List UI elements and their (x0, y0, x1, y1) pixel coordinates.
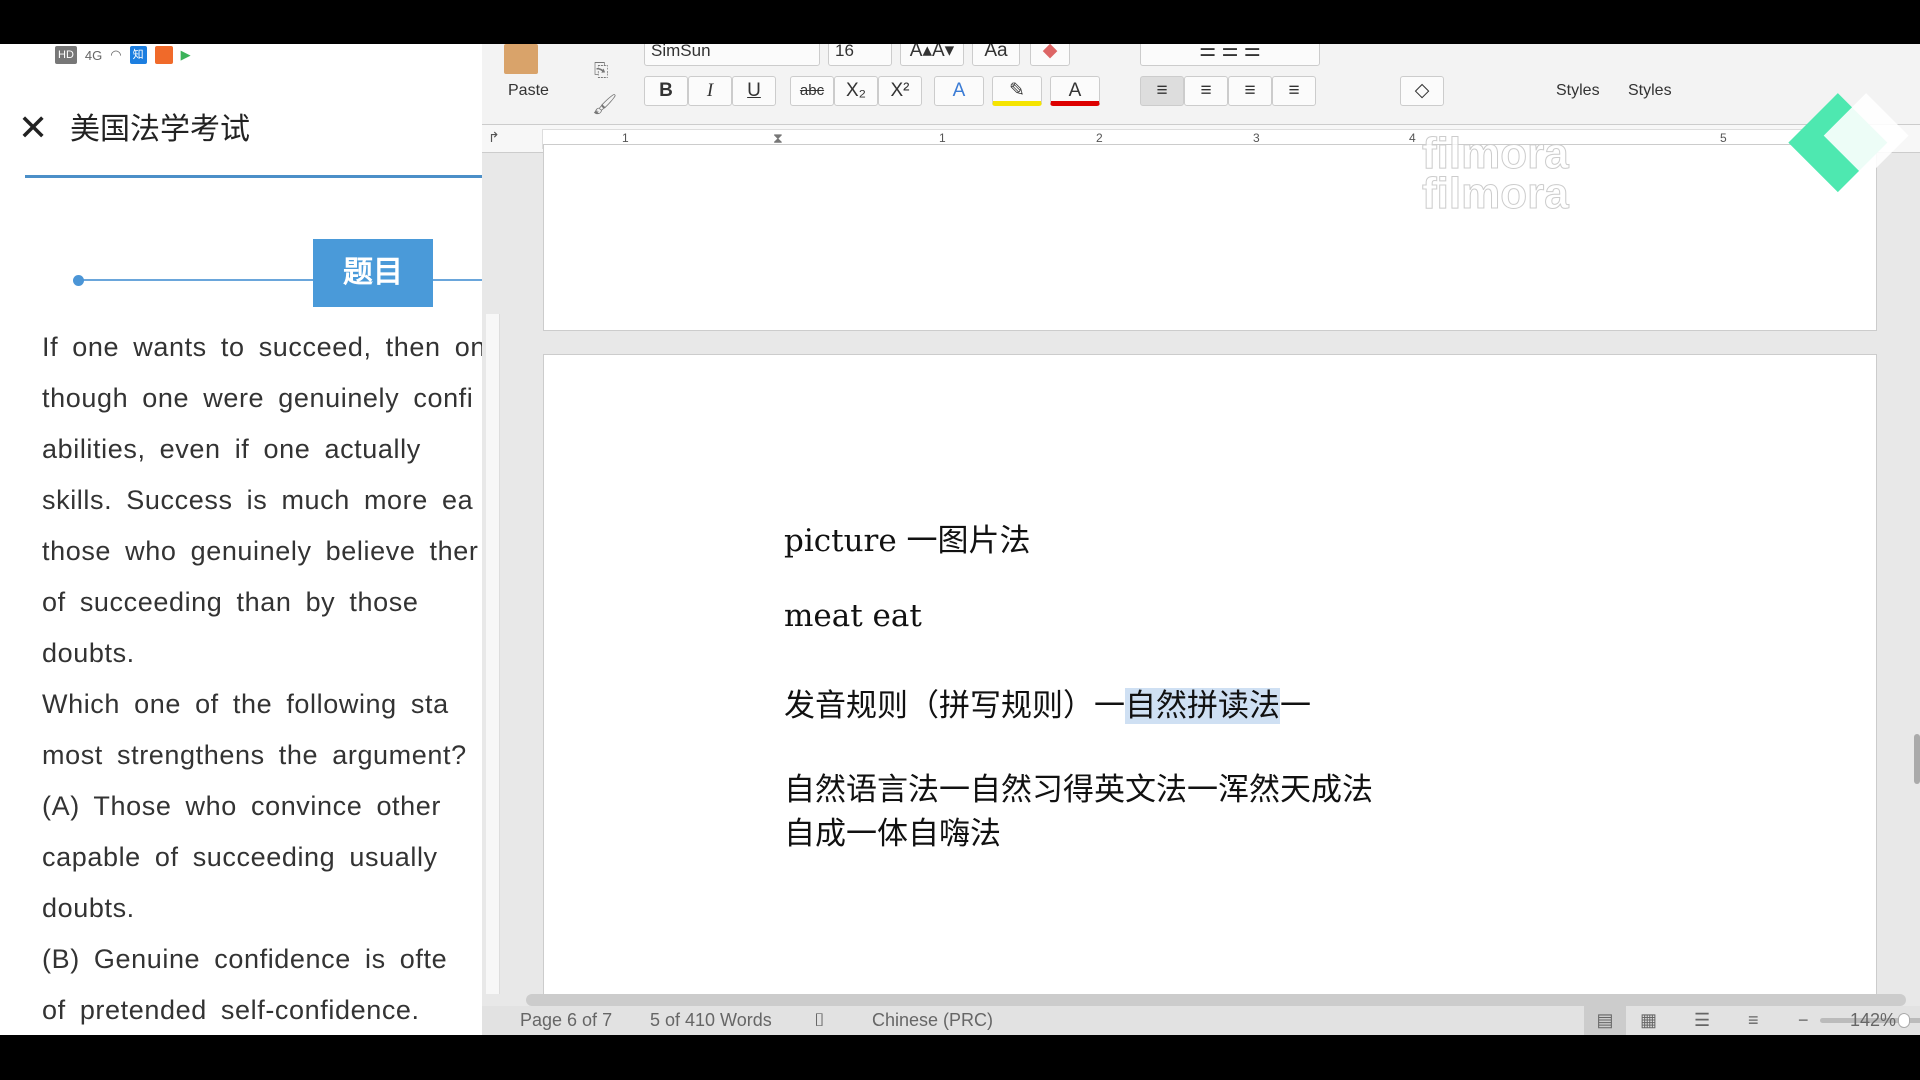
question-line: (A) Those who convince other (42, 791, 441, 821)
zhihu-icon: 知 (129, 46, 147, 64)
ribbon: Paste ⎘ 🖌 SimSun 16 A▴A▾ Aa ◆ B I U abc … (482, 44, 1920, 125)
ruler-number: 1 (622, 131, 629, 145)
highlight-icon[interactable]: ✎ (992, 76, 1042, 106)
vertical-ruler (486, 314, 500, 994)
web-layout-icon[interactable]: ▦ (1640, 1006, 1657, 1035)
question-line: (B) Genuine confidence is ofte (42, 944, 448, 974)
title-divider (25, 175, 482, 178)
step-tab-question[interactable]: 题目 (313, 239, 433, 307)
ruler-number: 1 (939, 131, 946, 145)
subscript-button[interactable]: X₂ (834, 76, 878, 106)
align-right-icon[interactable]: ≡ (1228, 76, 1272, 106)
styles-pane-button[interactable]: Styles (1628, 82, 1672, 100)
print-layout-icon[interactable]: ▤ (1584, 1006, 1626, 1035)
font-size-select[interactable]: 16 (828, 44, 892, 66)
step-dot (73, 275, 84, 286)
question-line: Which one of the following sta (42, 689, 449, 719)
document-line: 自成一体自嗨法 (784, 816, 1001, 852)
font-name-select[interactable]: SimSun (644, 44, 820, 66)
bold-button[interactable]: B (644, 76, 688, 106)
question-line: doubts. (42, 638, 135, 668)
document-line: 自然语言法一自然习得英文法一浑然天成法 (784, 772, 1373, 808)
question-line: those who genuinely believe ther (42, 536, 479, 566)
document-text: 发音规则（拼写规则）一 (784, 688, 1125, 724)
play-icon: ▶ (180, 47, 191, 62)
language[interactable]: Chinese (PRC) (872, 1006, 993, 1035)
page-title: 美国法学考试 (70, 113, 250, 146)
phone-panel: HD 4G ◠ 知 ▶ ✕ 美国法学考试 题目 If one wants to … (0, 44, 482, 1035)
text-effects-icon[interactable]: A (934, 76, 984, 106)
outline-icon[interactable]: ☰ (1694, 1006, 1710, 1035)
zoom-out-icon[interactable]: − (1798, 1006, 1809, 1035)
document-page-previous (543, 144, 1877, 331)
zoom-slider-knob[interactable] (1898, 1013, 1910, 1028)
question-line: most strengthens the argument? (42, 740, 467, 770)
document-text: 一 (1280, 688, 1311, 724)
shading-icon[interactable]: ◇ (1400, 76, 1444, 106)
grow-shrink-font-button[interactable]: A▴A▾ (900, 44, 964, 66)
document-line: 发音规则（拼写规则）一自然拼读法一 (784, 680, 1311, 725)
ruler-number: 5 (1720, 131, 1727, 145)
filmora-watermark-text: filmora filmora (1422, 129, 1570, 218)
word-window: Paste ⎘ 🖌 SimSun 16 A▴A▾ Aa ◆ B I U abc … (482, 44, 1920, 1035)
question-line: of pretended self-confidence. (42, 995, 420, 1025)
copy-icon[interactable]: ⎘ (594, 60, 608, 81)
format-painter-icon[interactable]: 🖌 (592, 92, 617, 117)
proofing-icon[interactable]: ⌷ (814, 1006, 825, 1035)
document-line: picture 一图片法 (784, 523, 1031, 559)
vertical-scrollbar[interactable] (1914, 734, 1920, 784)
app-icon (154, 46, 173, 64)
document-page[interactable]: picture 一图片法 meat eat 发音规则（拼写规则）一自然拼读法一 … (543, 354, 1877, 1014)
question-line: of succeeding than by those (42, 587, 419, 617)
ruler-number: 3 (1253, 131, 1260, 145)
question-line: If one wants to succeed, then one (42, 332, 482, 362)
question-line: capable of succeeding usually (42, 842, 438, 872)
paste-icon[interactable] (504, 44, 538, 74)
word-count[interactable]: 5 of 410 Words (650, 1006, 772, 1035)
hd-icon: HD (55, 46, 77, 64)
strikethrough-button[interactable]: abc (790, 76, 834, 106)
align-center-icon[interactable]: ≡ (1184, 76, 1228, 106)
draft-icon[interactable]: ≡ (1748, 1006, 1759, 1035)
ruler-number: 4 (1409, 131, 1416, 145)
paste-button[interactable]: Paste (508, 82, 549, 100)
zoom-level[interactable]: 142% (1850, 1006, 1896, 1035)
underline-button[interactable]: U (732, 76, 776, 106)
superscript-button[interactable]: X² (878, 76, 922, 106)
justify-icon[interactable]: ≡ (1272, 76, 1316, 106)
question-line: abilities, even if one actually (42, 434, 421, 464)
close-icon[interactable]: ✕ (18, 110, 48, 146)
list-buttons[interactable]: ☰ ☰ ☰ (1140, 44, 1320, 66)
italic-button[interactable]: I (688, 76, 732, 106)
question-line: doubts. (42, 893, 135, 923)
styles-button[interactable]: Styles (1556, 82, 1600, 100)
selected-text: 自然拼读法 (1125, 688, 1280, 724)
tab-selector-icon[interactable]: ↱ (488, 129, 500, 146)
horizontal-scrollbar[interactable] (526, 994, 1906, 1006)
question-text: If one wants to succeed, then one though… (42, 322, 482, 1035)
clear-format-icon[interactable]: ◆ (1030, 44, 1070, 66)
question-line: though one were genuinely confi (42, 383, 474, 413)
wifi-icon: ◠ (110, 47, 122, 62)
status-bar: Page 6 of 7 5 of 410 Words ⌷ Chinese (PR… (482, 1006, 1920, 1035)
font-color-icon[interactable]: A (1050, 76, 1100, 106)
align-left-icon[interactable]: ≡ (1140, 76, 1184, 106)
ruler-number: 2 (1096, 131, 1103, 145)
phone-status-bar: HD 4G ◠ 知 ▶ (55, 44, 191, 66)
signal-icon: 4G (84, 47, 103, 63)
page-count[interactable]: Page 6 of 7 (520, 1006, 612, 1035)
document-line: meat eat (784, 598, 922, 634)
question-line: skills. Success is much more ea (42, 485, 474, 515)
change-case-button[interactable]: Aa (972, 44, 1020, 66)
